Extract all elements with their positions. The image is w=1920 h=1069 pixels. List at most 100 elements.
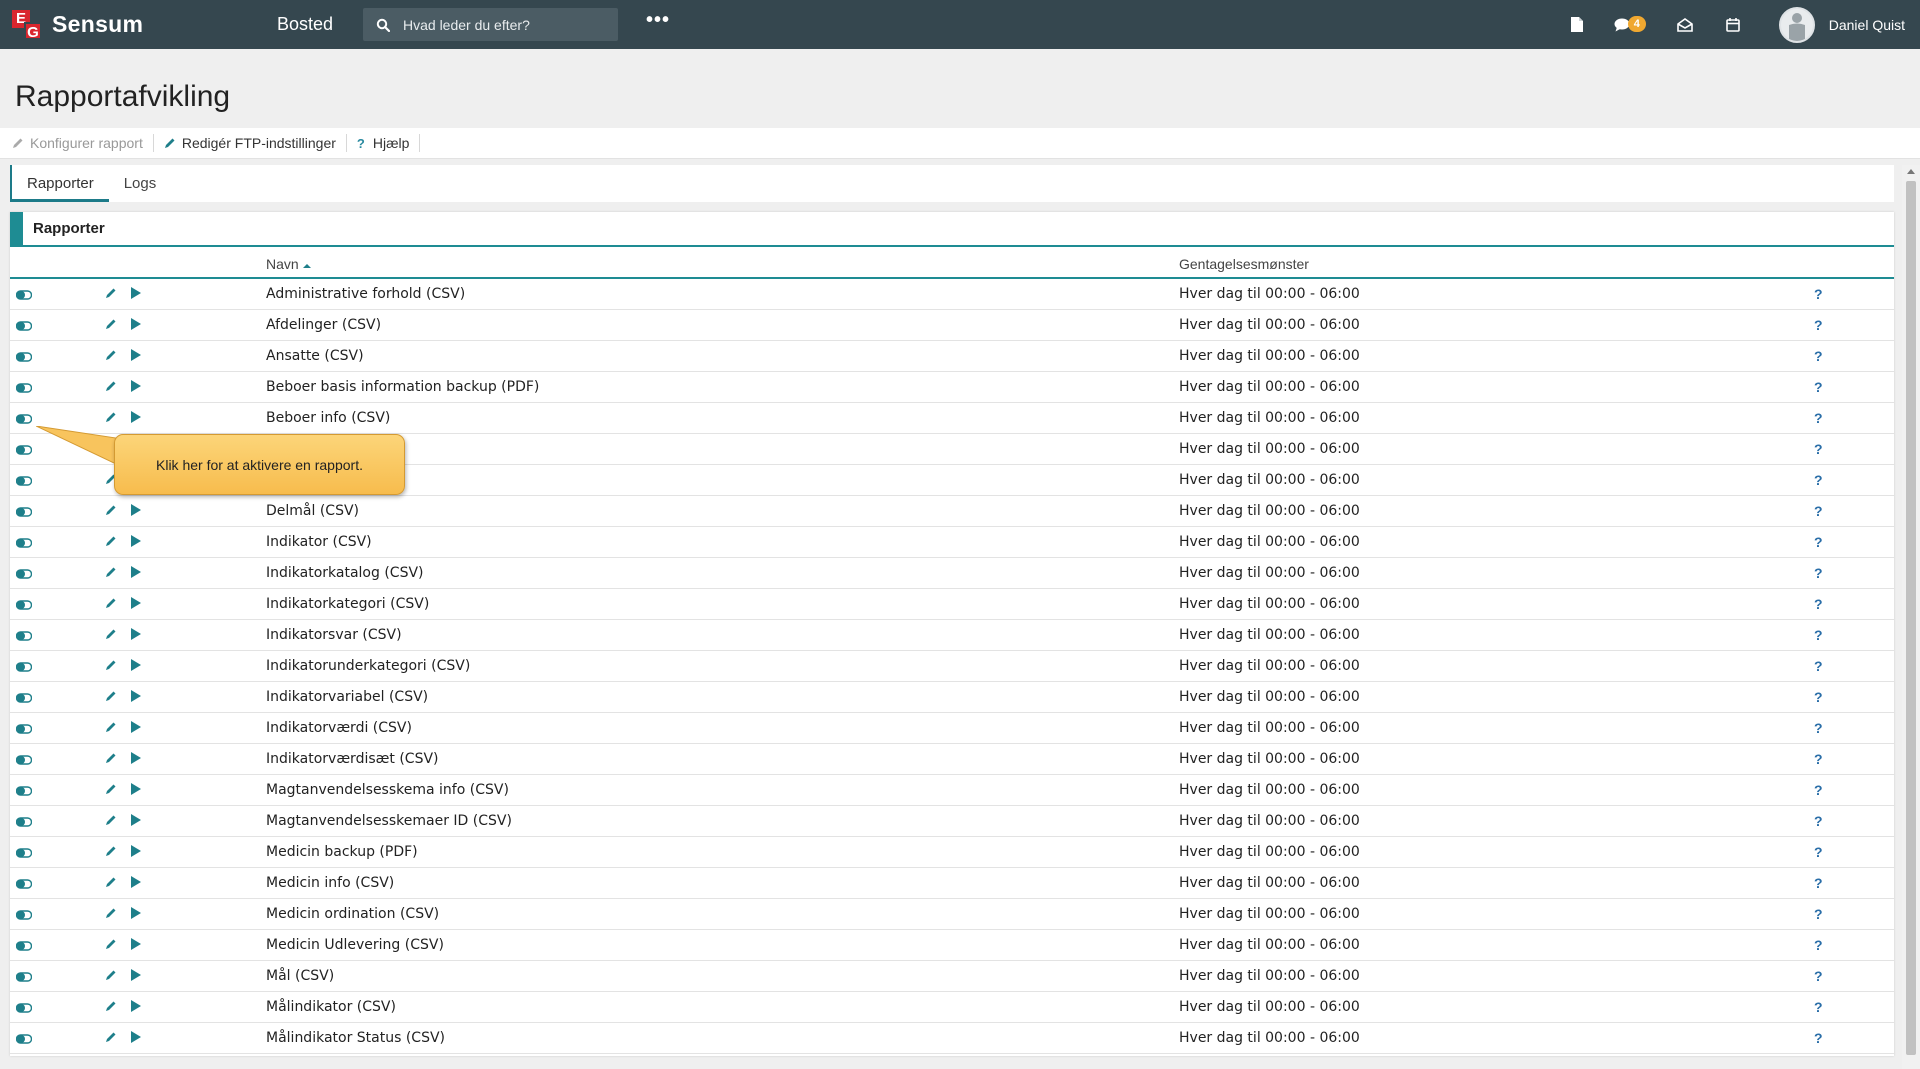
row-help-icon[interactable]: ? [1814, 689, 1823, 705]
edit-pencil-icon[interactable] [105, 752, 117, 768]
scroll-up-arrow-icon[interactable] [1907, 169, 1915, 174]
calendar-button[interactable] [1709, 0, 1757, 49]
tab-logs[interactable]: Logs [109, 165, 172, 202]
edit-pencil-icon[interactable] [105, 380, 117, 396]
edit-pencil-icon[interactable] [105, 659, 117, 675]
global-search[interactable] [363, 8, 618, 41]
edit-pencil-icon[interactable] [105, 411, 117, 427]
edit-pencil-icon[interactable] [105, 1031, 117, 1047]
app-logo[interactable]: E G Sensum [12, 9, 262, 41]
row-help-icon[interactable]: ? [1814, 968, 1823, 984]
activate-toggle-icon[interactable] [15, 567, 33, 583]
tab-rapporter[interactable]: Rapporter [10, 165, 109, 202]
page-scrollbar[interactable] [1902, 165, 1920, 1069]
run-play-icon[interactable] [130, 411, 141, 427]
activate-toggle-icon[interactable] [15, 536, 33, 552]
run-play-icon[interactable] [130, 535, 141, 551]
edit-pencil-icon[interactable] [105, 876, 117, 892]
run-play-icon[interactable] [130, 1031, 141, 1047]
search-icon[interactable] [363, 18, 403, 32]
user-avatar[interactable] [1778, 6, 1815, 43]
activate-toggle-icon[interactable] [15, 381, 33, 397]
activate-toggle-icon[interactable] [15, 598, 33, 614]
activate-toggle-icon[interactable] [15, 722, 33, 738]
edit-pencil-icon[interactable] [105, 597, 117, 613]
edit-pencil-icon[interactable] [105, 318, 117, 334]
activate-toggle-icon[interactable] [15, 908, 33, 924]
run-play-icon[interactable] [130, 597, 141, 613]
row-help-icon[interactable]: ? [1814, 379, 1823, 395]
run-play-icon[interactable] [130, 628, 141, 644]
edit-pencil-icon[interactable] [105, 1000, 117, 1016]
row-help-icon[interactable]: ? [1814, 472, 1823, 488]
activate-toggle-icon[interactable] [15, 784, 33, 800]
activate-toggle-icon[interactable] [15, 660, 33, 676]
help-button[interactable]: ? Hjælp [347, 134, 421, 152]
activate-toggle-icon[interactable] [15, 350, 33, 366]
configure-report-button[interactable]: Konfigurer rapport [0, 134, 154, 152]
run-play-icon[interactable] [130, 380, 141, 396]
activate-toggle-icon[interactable] [15, 443, 33, 459]
activate-toggle-icon[interactable] [15, 753, 33, 769]
activate-toggle-icon[interactable] [15, 1001, 33, 1017]
row-help-icon[interactable]: ? [1814, 813, 1823, 829]
activate-toggle-icon[interactable] [15, 505, 33, 521]
activate-toggle-icon[interactable] [15, 970, 33, 986]
column-header-name[interactable]: Navn [266, 256, 311, 272]
row-help-icon[interactable]: ? [1814, 1030, 1823, 1046]
activate-toggle-icon[interactable] [15, 319, 33, 335]
row-help-icon[interactable]: ? [1814, 565, 1823, 581]
run-play-icon[interactable] [130, 349, 141, 365]
row-help-icon[interactable]: ? [1814, 503, 1823, 519]
row-help-icon[interactable]: ? [1814, 348, 1823, 364]
edit-pencil-icon[interactable] [105, 566, 117, 582]
row-help-icon[interactable]: ? [1814, 596, 1823, 612]
run-play-icon[interactable] [130, 721, 141, 737]
edit-pencil-icon[interactable] [105, 287, 117, 303]
row-help-icon[interactable]: ? [1814, 999, 1823, 1015]
row-help-icon[interactable]: ? [1814, 658, 1823, 674]
row-help-icon[interactable]: ? [1814, 844, 1823, 860]
edit-pencil-icon[interactable] [105, 845, 117, 861]
run-play-icon[interactable] [130, 876, 141, 892]
activate-toggle-icon[interactable] [15, 474, 33, 490]
row-help-icon[interactable]: ? [1814, 875, 1823, 891]
activate-toggle-icon[interactable] [15, 877, 33, 893]
row-help-icon[interactable]: ? [1814, 441, 1823, 457]
edit-pencil-icon[interactable] [105, 907, 117, 923]
run-play-icon[interactable] [130, 752, 141, 768]
edit-pencil-icon[interactable] [105, 535, 117, 551]
edit-pencil-icon[interactable] [105, 628, 117, 644]
more-menu-button[interactable]: ••• [646, 10, 670, 35]
messages-button[interactable]: 4 [1601, 0, 1661, 49]
activate-toggle-icon[interactable] [15, 1032, 33, 1048]
edit-pencil-icon[interactable] [105, 938, 117, 954]
row-help-icon[interactable]: ? [1814, 720, 1823, 736]
row-help-icon[interactable]: ? [1814, 937, 1823, 953]
row-help-icon[interactable]: ? [1814, 906, 1823, 922]
activate-toggle-icon[interactable] [15, 815, 33, 831]
run-play-icon[interactable] [130, 907, 141, 923]
row-help-icon[interactable]: ? [1814, 751, 1823, 767]
row-help-icon[interactable]: ? [1814, 286, 1823, 302]
column-header-pattern[interactable]: Gentagelsesmønster [1179, 256, 1309, 272]
run-play-icon[interactable] [130, 690, 141, 706]
edit-pencil-icon[interactable] [105, 690, 117, 706]
edit-pencil-icon[interactable] [105, 721, 117, 737]
run-play-icon[interactable] [130, 814, 141, 830]
edit-ftp-settings-button[interactable]: Redigér FTP-indstillinger [154, 134, 347, 152]
run-play-icon[interactable] [130, 318, 141, 334]
activate-toggle-icon[interactable] [15, 288, 33, 304]
activate-toggle-icon[interactable] [15, 691, 33, 707]
run-play-icon[interactable] [130, 504, 141, 520]
module-name[interactable]: Bosted [277, 14, 363, 35]
documents-button[interactable] [1553, 0, 1601, 49]
row-help-icon[interactable]: ? [1814, 627, 1823, 643]
scroll-thumb[interactable] [1906, 181, 1916, 1055]
row-help-icon[interactable]: ? [1814, 534, 1823, 550]
activate-toggle-icon[interactable] [15, 412, 33, 428]
run-play-icon[interactable] [130, 659, 141, 675]
edit-pencil-icon[interactable] [105, 814, 117, 830]
activate-toggle-icon[interactable] [15, 846, 33, 862]
edit-pencil-icon[interactable] [105, 349, 117, 365]
